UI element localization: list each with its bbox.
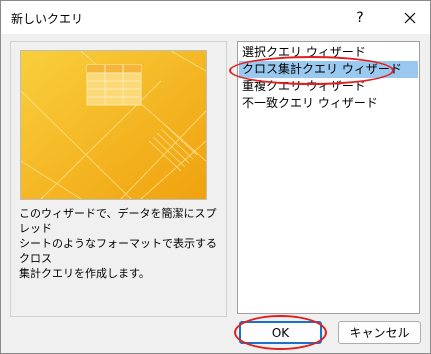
new-query-dialog: 新しいクエリ ? このウィザードで、データを簡潔にスプレッド シートのようなフォ… bbox=[0, 0, 431, 354]
preview-panel: このウィザードで、データを簡潔にスプレッド シートのようなフォーマットで表示する… bbox=[10, 41, 227, 317]
list-item-select-query-wizard[interactable]: 選択クエリ ウィザード bbox=[239, 44, 418, 61]
list-item-unmatched-query-wizard[interactable]: 不一致クエリ ウィザード bbox=[239, 95, 418, 112]
crosstab-illustration bbox=[20, 50, 207, 200]
dialog-title: 新しいクエリ bbox=[11, 12, 84, 26]
close-icon bbox=[404, 12, 416, 23]
ok-button[interactable]: OK bbox=[239, 321, 322, 344]
list-item-duplicate-query-wizard[interactable]: 重複クエリ ウィザード bbox=[239, 78, 418, 95]
wizard-description: このウィザードで、データを簡潔にスプレッド シートのようなフォーマットで表示する… bbox=[19, 207, 217, 280]
list-item-crosstab-query-wizard[interactable]: クロス集計クエリ ウィザード bbox=[239, 61, 418, 78]
cancel-button[interactable]: キャンセル bbox=[338, 321, 421, 344]
title-bar: 新しいクエリ ? bbox=[1, 1, 430, 34]
table-icon bbox=[86, 64, 142, 106]
close-button[interactable] bbox=[393, 1, 427, 34]
help-button[interactable]: ? bbox=[343, 1, 377, 34]
wizard-listbox[interactable]: 選択クエリ ウィザード クロス集計クエリ ウィザード 重複クエリ ウィザード 不… bbox=[237, 41, 420, 314]
